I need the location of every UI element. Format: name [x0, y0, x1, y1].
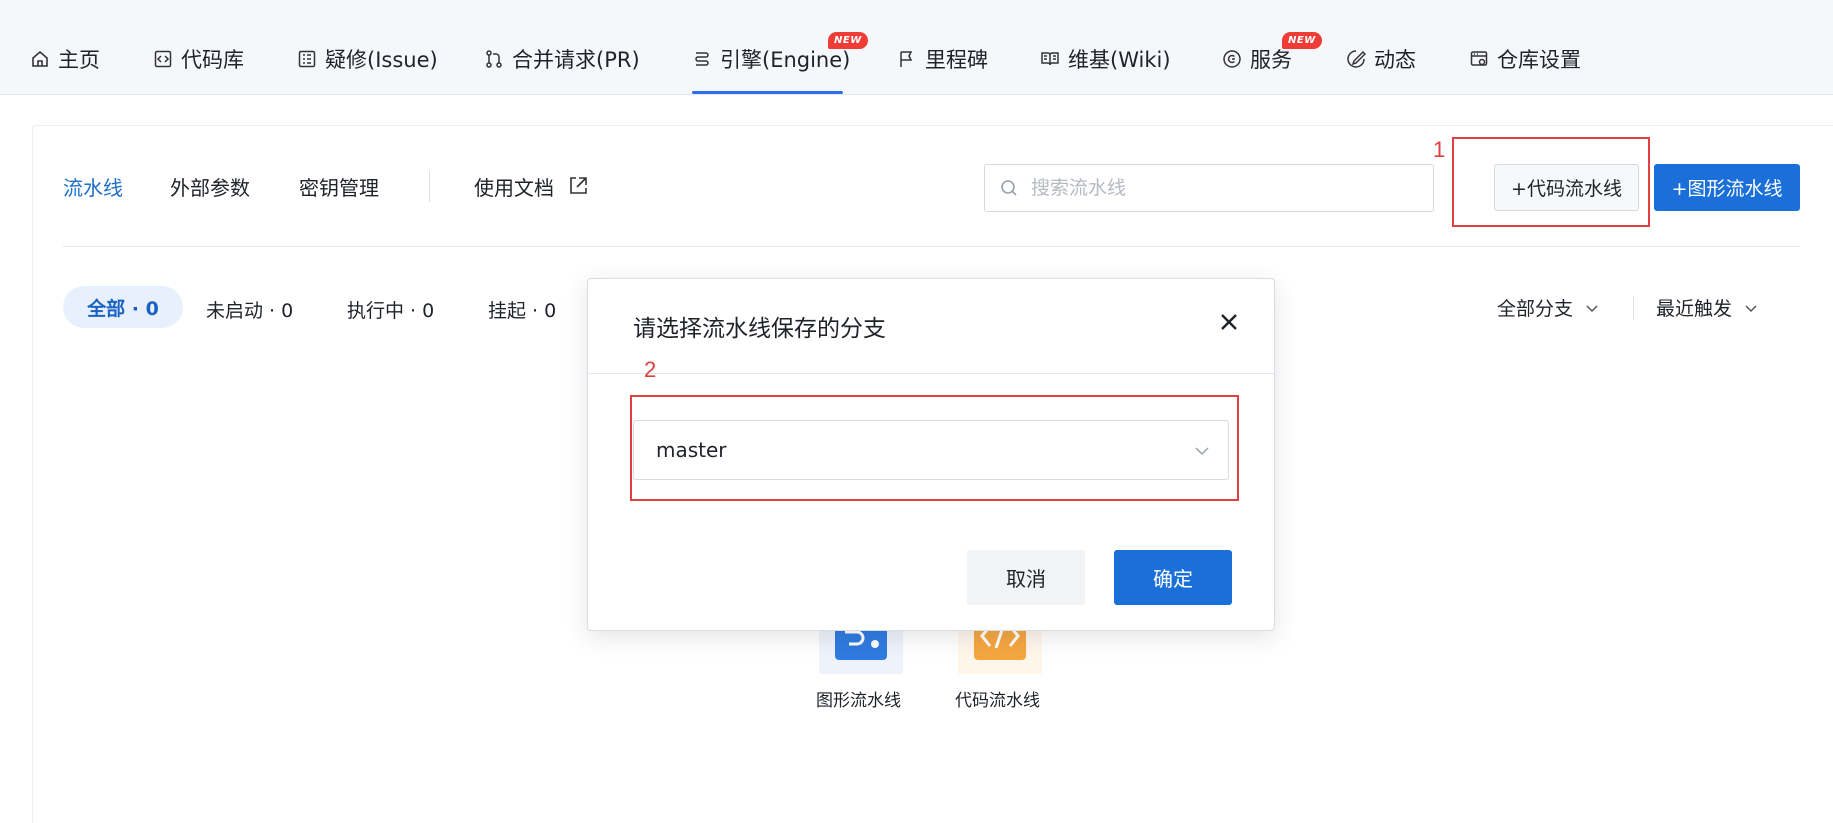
external-link-icon[interactable] — [568, 175, 589, 196]
sort-dropdown[interactable]: 最近触发 — [1656, 294, 1758, 321]
settings-icon — [1469, 49, 1489, 69]
subtab-divider — [429, 171, 430, 202]
divider — [63, 246, 1800, 247]
nav-label: 动态 — [1374, 48, 1416, 72]
nav-label: 维基(Wiki) — [1068, 48, 1171, 72]
book-icon — [1040, 49, 1060, 69]
nav-label: 里程碑 — [925, 48, 988, 72]
docs-link[interactable]: 使用文档 — [474, 172, 554, 201]
home-icon — [30, 49, 50, 69]
activity-icon — [1346, 49, 1366, 69]
nav-item-issue[interactable]: 疑修(Issue) — [297, 42, 438, 76]
add-code-pipeline-button[interactable]: +代码流水线 — [1494, 164, 1639, 211]
nav-item-pr[interactable]: 合并请求(PR) — [484, 42, 640, 76]
sort-dropdown-label: 最近触发 — [1656, 298, 1733, 320]
graph-pipeline-label: 图形流水线 — [816, 691, 901, 711]
subtab-pipeline[interactable]: 流水线 — [63, 172, 123, 201]
service-icon — [1222, 49, 1242, 69]
nav-item-home[interactable]: 主页 — [30, 42, 100, 76]
filter-not-started[interactable]: 未启动 · 0 — [206, 296, 293, 323]
nav-label: 疑修(Issue) — [325, 48, 438, 72]
nav-item-engine[interactable]: 引擎(Engine) — [692, 42, 850, 76]
dialog-title: 请选择流水线保存的分支 — [633, 316, 886, 342]
subtab-external-params[interactable]: 外部参数 — [170, 172, 250, 201]
filter-running[interactable]: 执行中 · 0 — [347, 296, 434, 323]
active-tab-indicator — [692, 91, 843, 94]
annotation-number-1: 1 — [1433, 137, 1446, 162]
nav-item-settings[interactable]: 仓库设置 — [1469, 42, 1581, 76]
subtab-secrets[interactable]: 密钥管理 — [299, 172, 379, 201]
nav-item-wiki[interactable]: 维基(Wiki) — [1040, 42, 1171, 76]
nav-item-activity[interactable]: 动态 — [1346, 42, 1416, 76]
close-icon[interactable] — [1218, 311, 1240, 333]
annotation-number-2: 2 — [644, 357, 657, 382]
pull-request-icon — [484, 49, 504, 69]
filter-suspended[interactable]: 挂起 · 0 — [488, 296, 556, 323]
chevron-down-icon — [1745, 304, 1757, 312]
nav-label: 代码库 — [181, 48, 244, 72]
issue-icon — [297, 49, 317, 69]
nav-item-milestone[interactable]: 里程碑 — [897, 42, 988, 76]
code-pipeline-label: 代码流水线 — [955, 691, 1040, 711]
dropdown-divider — [1633, 296, 1634, 320]
nav-label: 主页 — [58, 48, 100, 72]
top-navigation: 主页 代码库 疑修(Issue) 合并请求(PR) 引擎(Engine) NEW… — [0, 0, 1833, 95]
dialog-divider — [588, 373, 1274, 374]
new-badge-service: NEW — [1282, 32, 1322, 49]
branch-dropdown-label: 全部分支 — [1497, 298, 1574, 320]
branch-dropdown[interactable]: 全部分支 — [1497, 294, 1599, 321]
code-repo-icon — [153, 49, 173, 69]
nav-label: 仓库设置 — [1497, 48, 1581, 72]
engine-icon — [692, 49, 712, 69]
search-icon — [1001, 180, 1017, 196]
confirm-button[interactable]: 确定 — [1114, 550, 1232, 605]
search-input[interactable] — [1031, 177, 1411, 199]
flag-icon — [897, 49, 917, 69]
chevron-down-icon — [1586, 304, 1598, 312]
new-badge-engine: NEW — [828, 32, 868, 49]
add-graph-pipeline-button[interactable]: +图形流水线 — [1654, 164, 1800, 211]
nav-item-code[interactable]: 代码库 — [153, 42, 244, 76]
annotation-box-2 — [630, 395, 1239, 501]
search-box[interactable] — [984, 164, 1434, 212]
filter-all[interactable]: 全部 · 0 — [63, 286, 183, 328]
cancel-button[interactable]: 取消 — [967, 550, 1085, 605]
nav-label: 合并请求(PR) — [512, 48, 640, 72]
